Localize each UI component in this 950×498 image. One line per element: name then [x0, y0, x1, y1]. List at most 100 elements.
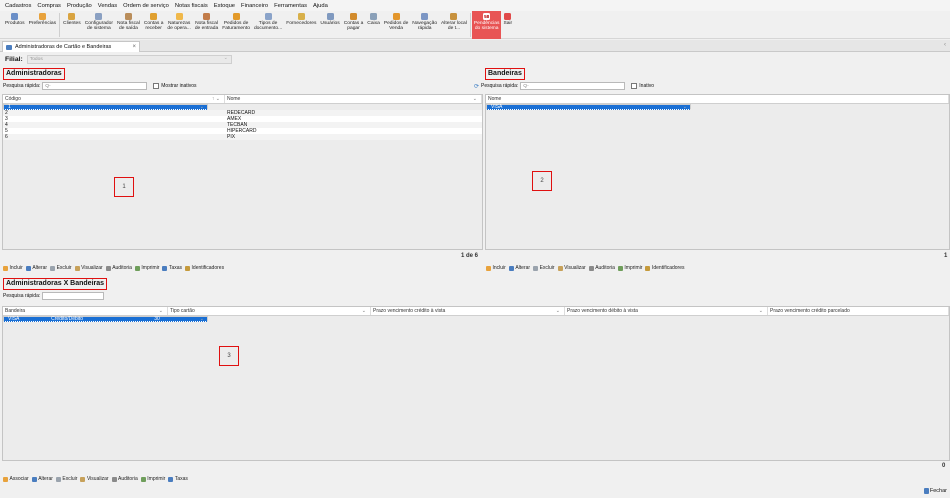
- inactive-checkbox[interactable]: Inativo: [631, 83, 654, 89]
- auditoria-button[interactable]: Auditoria: [111, 476, 138, 482]
- operations-icon: [175, 13, 183, 20]
- alterar-button[interactable]: Alterar: [508, 265, 530, 271]
- column-prazo-debito-vista[interactable]: Prazo vencimento débito à vista ⌄: [565, 307, 768, 315]
- visualizar-button[interactable]: Visualizar: [557, 265, 586, 271]
- toolbar-button[interactable]: Alterar local de t...: [439, 11, 469, 39]
- toolbar-button[interactable]: Tipos de documento...: [252, 11, 284, 39]
- toolbar-button[interactable]: 58 Pendências do sistema: [471, 11, 502, 39]
- incluir-label: Incluir: [492, 265, 506, 271]
- toolbar-button[interactable]: Preferências: [27, 11, 58, 39]
- toolbar-button[interactable]: Naturezas de opera...: [165, 11, 192, 39]
- excluir-button[interactable]: Excluir: [55, 476, 77, 482]
- visualizar-icon: [80, 476, 86, 482]
- menu-item[interactable]: Ferramentas: [274, 3, 307, 9]
- toolbar-button-label: Naturezas de opera...: [167, 21, 191, 32]
- toolbar-button[interactable]: Configurador de sistema: [83, 11, 115, 39]
- show-inactive-checkbox[interactable]: Mostrar inativos: [153, 83, 197, 89]
- menu-item[interactable]: Produção: [67, 3, 92, 9]
- menu-item[interactable]: Financeiro: [241, 3, 268, 9]
- toolbar-separator: [59, 13, 61, 37]
- toolbar-button-label: Usuários: [320, 21, 340, 26]
- table-row[interactable]: VISA: [486, 104, 691, 110]
- auditoria-button[interactable]: Auditoria: [105, 265, 132, 271]
- menu-item[interactable]: Ordem de serviço: [123, 3, 169, 9]
- menu-item[interactable]: Compras: [37, 3, 61, 9]
- table-row[interactable]: VISA Crédito/Débito 30 1: [3, 316, 208, 322]
- menu-item[interactable]: Estoque: [214, 3, 235, 9]
- column-codigo[interactable]: Código ↑ ⌄: [3, 95, 225, 103]
- column-prazo-credito-parcelado[interactable]: Prazo vencimento crédito parcelado: [768, 307, 949, 315]
- table-row[interactable]: 6 PIX: [3, 134, 482, 140]
- toolbar-button[interactable]: Clientes: [61, 11, 83, 39]
- associar-button[interactable]: Associar: [3, 476, 29, 482]
- auditoria-button[interactable]: Auditoria: [588, 265, 615, 271]
- table-row[interactable]: 1 CIELO: [3, 104, 208, 110]
- toolbar-button[interactable]: Contas a receber: [142, 11, 166, 39]
- imprimir-button[interactable]: Imprimir: [134, 265, 159, 271]
- cashier-icon: [370, 13, 378, 20]
- toolbar-button-label: Pedidos de Faturamento: [222, 21, 250, 32]
- visualizar-button[interactable]: Visualizar: [74, 265, 103, 271]
- refresh-icon[interactable]: ⟳: [474, 83, 479, 90]
- identificadores-button[interactable]: Identificadores: [645, 265, 685, 271]
- association-header: Bandeira ⌄ Tipo cartão ⌄ Prazo vencimento …: [3, 307, 949, 316]
- excluir-button[interactable]: Excluir: [50, 265, 72, 271]
- toolbar-button[interactable]: Pedidos de Venda: [382, 11, 410, 39]
- toolbar-button[interactable]: Navegação rápida: [410, 11, 439, 39]
- bottom-pagination: 0: [942, 463, 946, 469]
- toolbar-button[interactable]: Usuários: [318, 11, 341, 39]
- excluir-button[interactable]: Excluir: [533, 265, 555, 271]
- auditoria-icon: [105, 265, 111, 271]
- close-icon[interactable]: ×: [132, 44, 136, 50]
- left-search-input[interactable]: Q-: [42, 82, 148, 90]
- right-search-input[interactable]: Q-: [520, 82, 626, 90]
- column-prazo-credito-vista[interactable]: Prazo vencimento crédito à vista ⌄: [371, 307, 565, 315]
- column-tipo-cartao[interactable]: Tipo cartão ⌄: [168, 307, 371, 315]
- tab-menu-icon[interactable]: ‹: [944, 42, 946, 48]
- toolbar-button[interactable]: Contas a pagar: [342, 11, 366, 39]
- checkbox-box[interactable]: [631, 83, 638, 89]
- marker-3: 3: [219, 346, 239, 366]
- toolbar-button-label: Configurador de sistema: [84, 21, 113, 32]
- toolbar-button[interactable]: Caixa: [365, 11, 382, 39]
- alterar-button[interactable]: Alterar: [31, 476, 53, 482]
- checkbox-box[interactable]: [153, 83, 160, 89]
- imprimir-button[interactable]: Imprimir: [140, 476, 165, 482]
- taxas-button[interactable]: Taxas: [168, 476, 188, 482]
- column-nome[interactable]: Nome ⌄: [225, 95, 482, 103]
- menu-item[interactable]: Ajuda: [313, 3, 328, 9]
- toolbar-button[interactable]: Pedidos de Faturamento: [220, 11, 252, 39]
- incluir-label: Incluir: [9, 265, 23, 271]
- associar-label: Associar: [9, 476, 29, 482]
- toolbar-button[interactable]: Produtos: [3, 11, 27, 39]
- incluir-button[interactable]: Incluir: [486, 265, 506, 271]
- menu-item[interactable]: Vendas: [98, 3, 117, 9]
- toolbar-button[interactable]: Sair: [501, 11, 514, 39]
- imprimir-button[interactable]: Imprimir: [617, 265, 642, 271]
- imprimir-icon: [140, 476, 146, 482]
- visualizar-button[interactable]: Visualizar: [80, 476, 109, 482]
- column-bandeira[interactable]: Bandeira ⌄: [3, 307, 168, 315]
- identificadores-button[interactable]: Identificadores: [185, 265, 224, 271]
- column-nome[interactable]: Nome: [486, 95, 949, 103]
- menu-item[interactable]: Cadastros: [5, 3, 31, 9]
- tab-administradoras[interactable]: Administradoras de Cartão e Bandeiras ×: [2, 41, 140, 52]
- left-pagination: 1 de 6: [461, 253, 479, 259]
- toolbar-button[interactable]: Nota fiscal de entrada: [193, 11, 220, 39]
- toolbar-button-label: Fornecedores: [286, 21, 317, 26]
- incluir-button[interactable]: Incluir: [3, 265, 23, 271]
- marker-1: 1: [114, 177, 134, 197]
- close-button[interactable]: Fechar: [923, 488, 947, 494]
- menu-item[interactable]: Notas fiscais: [175, 3, 208, 9]
- bottom-search-input[interactable]: [42, 292, 105, 300]
- taxas-button[interactable]: Taxas: [162, 265, 182, 271]
- imprimir-icon: [617, 265, 623, 271]
- alterar-button[interactable]: Alterar: [25, 265, 47, 271]
- filial-select[interactable]: Todos: [26, 55, 232, 64]
- billing-orders-icon: [232, 13, 240, 20]
- doc-types-icon: [264, 13, 272, 20]
- bandeiras-grid: Nome VISA 2: [485, 94, 950, 250]
- toolbar-button[interactable]: Fornecedores: [284, 11, 318, 39]
- excluir-icon: [533, 265, 539, 271]
- toolbar-button[interactable]: Nota fiscal de saída: [115, 11, 142, 39]
